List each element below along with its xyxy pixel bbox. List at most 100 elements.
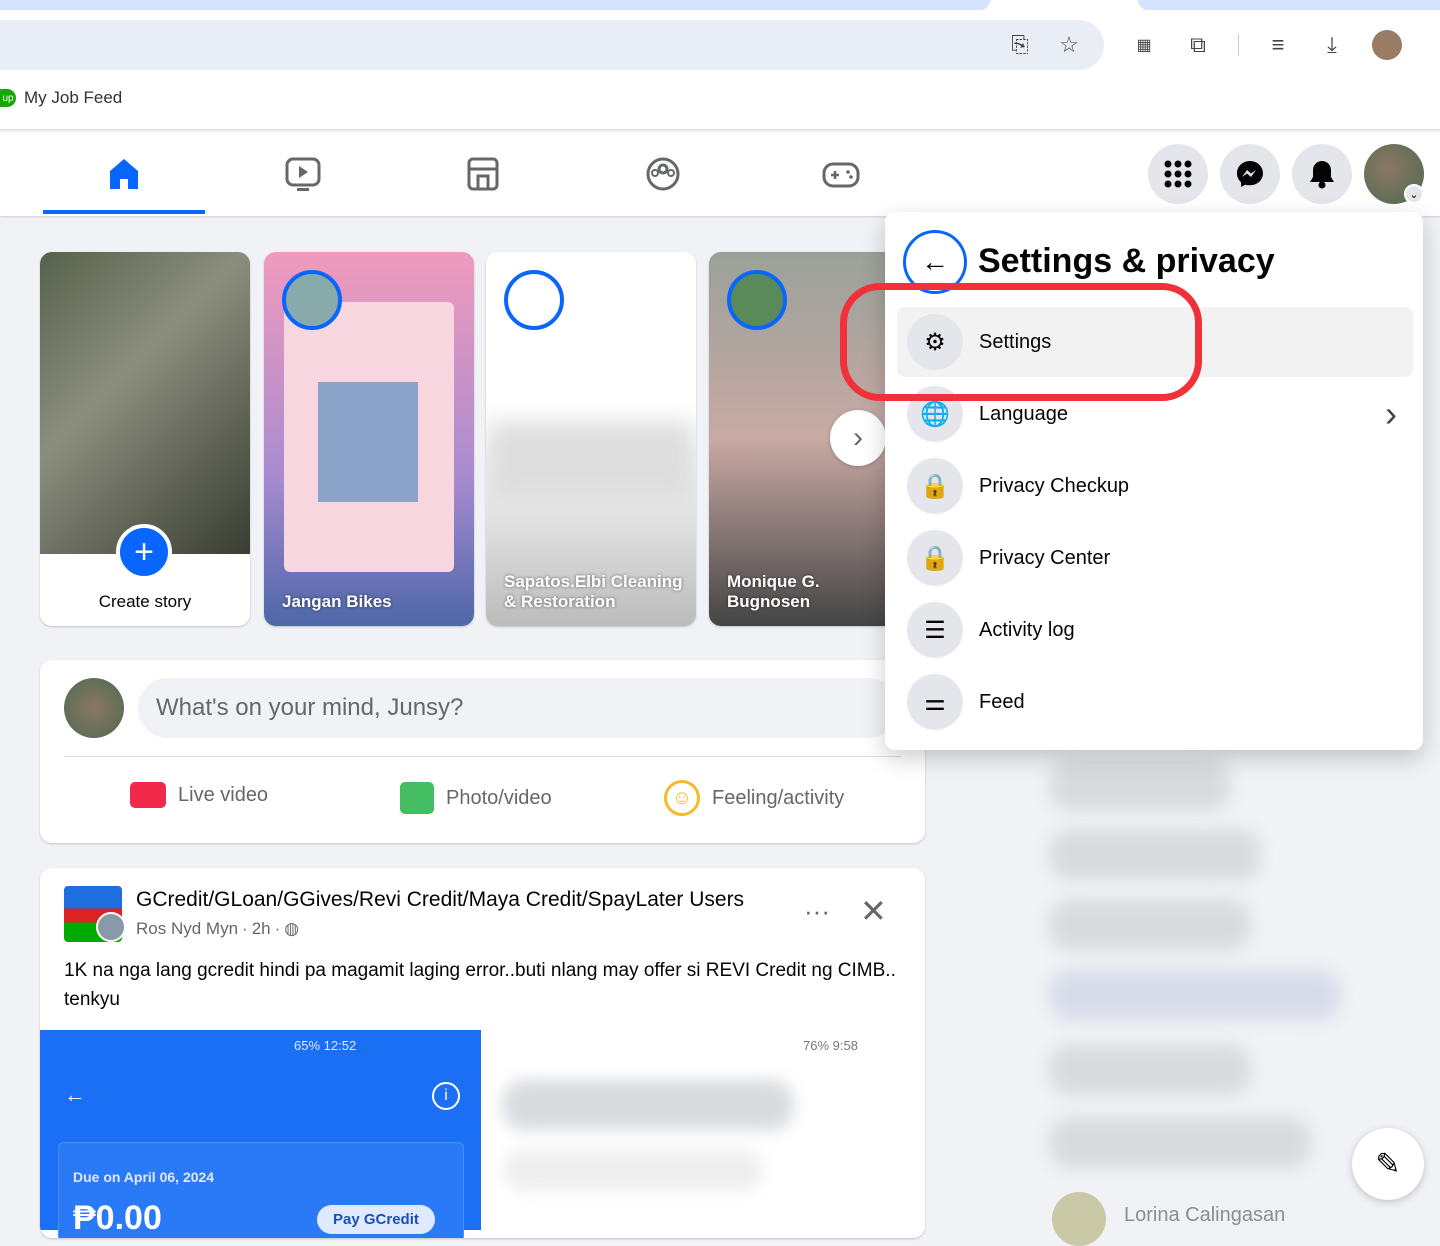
contact-blurred — [1050, 830, 1260, 880]
story-name: Sapatos.Elbi Cleaning & Restoration — [504, 572, 683, 611]
composer-card: What's on your mind, Junsy? Live video P… — [40, 660, 925, 843]
story-card[interactable]: Sapatos.Elbi Cleaning & Restoration — [486, 252, 696, 626]
post-time[interactable]: 2h — [252, 919, 271, 939]
globe-icon: ◍ — [284, 919, 300, 938]
menu-item-label: Privacy Checkup — [979, 474, 1130, 497]
other-tab[interactable] — [1138, 0, 1440, 10]
browser-toolbar: ⎘ ☆ ▦ ⧉ ≡ ⤓ up My Job Feed — [0, 10, 1440, 130]
plus-icon[interactable]: + — [116, 524, 172, 580]
sep: · — [242, 919, 248, 938]
profile-avatar[interactable] — [1372, 30, 1402, 60]
tab-groups[interactable] — [582, 132, 744, 216]
contact-avatar[interactable] — [1052, 1192, 1106, 1246]
new-message-button[interactable]: ✎ — [1352, 1128, 1424, 1200]
pay-gcredit-label: Pay GCredit — [317, 1205, 435, 1234]
groups-icon — [646, 157, 680, 191]
back-arrow-icon: ← — [921, 246, 949, 277]
story-thumbnail — [486, 422, 696, 502]
story-card[interactable]: Jangan Bikes — [264, 252, 474, 626]
gaming-icon — [822, 162, 860, 188]
address-bar[interactable]: ⎘ ☆ — [0, 20, 1104, 70]
tab-watch[interactable] — [222, 132, 384, 216]
user-photo — [40, 252, 250, 554]
tab-home[interactable] — [43, 132, 205, 216]
menu-item-activity-log[interactable]: ☰ Activity log — [897, 595, 1413, 665]
tab-gaming[interactable] — [760, 132, 922, 216]
stories-next-button[interactable]: › — [830, 410, 886, 466]
feeling-label: Feeling/activity — [712, 786, 845, 809]
video-icon — [285, 157, 321, 191]
info-icon: i — [432, 1082, 460, 1110]
install-app-icon[interactable]: ⎘ — [1004, 29, 1036, 61]
lock-icon: 🔒 — [907, 530, 963, 586]
menu-item-label: Privacy Center — [979, 546, 1111, 569]
status-time: 12:52 — [323, 1038, 357, 1053]
photo-icon — [400, 782, 434, 814]
list-icon: ☰ — [907, 602, 963, 658]
menu-item-label: Feed — [979, 690, 1025, 713]
story-thumbnail — [284, 302, 454, 572]
menu-item-privacy-center[interactable]: 🔒 Privacy Center — [897, 523, 1413, 593]
extensions-icon[interactable]: ⧉ — [1182, 29, 1214, 61]
contact-blurred — [1050, 760, 1230, 810]
story-avatar — [727, 270, 787, 330]
group-name-link[interactable]: GCredit/GLoan/GGives/Revi Credit/Maya Cr… — [136, 888, 744, 912]
messenger-icon — [1237, 161, 1263, 187]
active-tab[interactable] — [0, 0, 990, 10]
menu-item-label: Activity log — [979, 618, 1075, 641]
sep: · — [274, 919, 281, 938]
author-avatar[interactable] — [96, 912, 126, 942]
live-video-button[interactable]: Live video — [130, 782, 268, 808]
post-image-2[interactable]: 76% 9:58 — [483, 1030, 925, 1230]
more-options-icon[interactable]: ··· — [804, 896, 830, 927]
lock-heart-icon: 🔒 — [907, 458, 963, 514]
tab-marketplace[interactable] — [402, 132, 564, 216]
live-video-icon — [130, 782, 166, 808]
post-meta: Ros Nyd Myn · 2h · ◍ — [136, 919, 299, 939]
composer-input[interactable]: What's on your mind, Junsy? — [138, 678, 898, 738]
home-icon — [110, 159, 138, 189]
menu-title: Settings & privacy — [978, 242, 1275, 280]
highlight-annotation — [840, 283, 1202, 401]
bookmark-my-job-feed[interactable]: up My Job Feed — [0, 88, 122, 108]
feeling-activity-button[interactable]: ☺ Feeling/activity — [664, 780, 844, 816]
create-story-card[interactable]: + Create story — [40, 252, 250, 626]
marketplace-icon — [467, 157, 499, 191]
story-name: Jangan Bikes — [282, 592, 392, 611]
bell-icon — [1310, 161, 1334, 189]
messenger-button[interactable] — [1220, 144, 1280, 204]
battery-text: 76% — [803, 1038, 830, 1053]
photo-video-button[interactable]: Photo/video — [400, 782, 552, 814]
grid-menu-icon — [1164, 160, 1192, 188]
chevron-right-icon: › — [1385, 393, 1397, 434]
post-image-1[interactable]: 65% 12:52 ← i Due on April 06, 2024 ₱0.0… — [40, 1030, 481, 1238]
menu-item-privacy-checkup[interactable]: 🔒 Privacy Checkup — [897, 451, 1413, 521]
reading-list-icon[interactable]: ≡ — [1262, 29, 1294, 61]
story-name: Monique G. Bugnosen — [727, 572, 820, 611]
avatar — [64, 678, 124, 738]
contact-blurred — [1050, 1118, 1310, 1168]
menu-button[interactable] — [1148, 144, 1208, 204]
divider — [1238, 34, 1239, 56]
contact-blurred — [1050, 970, 1340, 1020]
divider — [64, 756, 901, 757]
amount: ₱0.00 — [73, 1199, 162, 1237]
status-time: 9:58 — [832, 1038, 858, 1053]
create-story-label: Create story — [98, 592, 192, 611]
download-icon[interactable]: ⤓ — [1316, 29, 1348, 61]
story-avatar — [282, 270, 342, 330]
close-icon[interactable]: ✕ — [860, 892, 887, 930]
star-icon[interactable]: ☆ — [1053, 29, 1085, 61]
contact-blurred — [1050, 1045, 1250, 1095]
author-link[interactable]: Ros Nyd Myn — [136, 919, 238, 939]
chevron-down-icon[interactable]: ⌄ — [1404, 184, 1424, 204]
smiley-icon: ☺ — [664, 780, 700, 816]
notifications-button[interactable] — [1292, 144, 1352, 204]
facebook-navbar: ⌄ — [0, 132, 1440, 216]
post-card: GCredit/GLoan/GGives/Revi Credit/Maya Cr… — [40, 868, 925, 1238]
qr-icon[interactable]: ▦ — [1128, 29, 1160, 61]
menu-item-feed[interactable]: ⚌ Feed — [897, 667, 1413, 737]
compose-icon: ✎ — [1375, 1147, 1401, 1181]
sliders-icon: ⚌ — [907, 674, 963, 730]
post-text: 1K na nga lang gcredit hindi pa magamit … — [64, 960, 896, 1010]
